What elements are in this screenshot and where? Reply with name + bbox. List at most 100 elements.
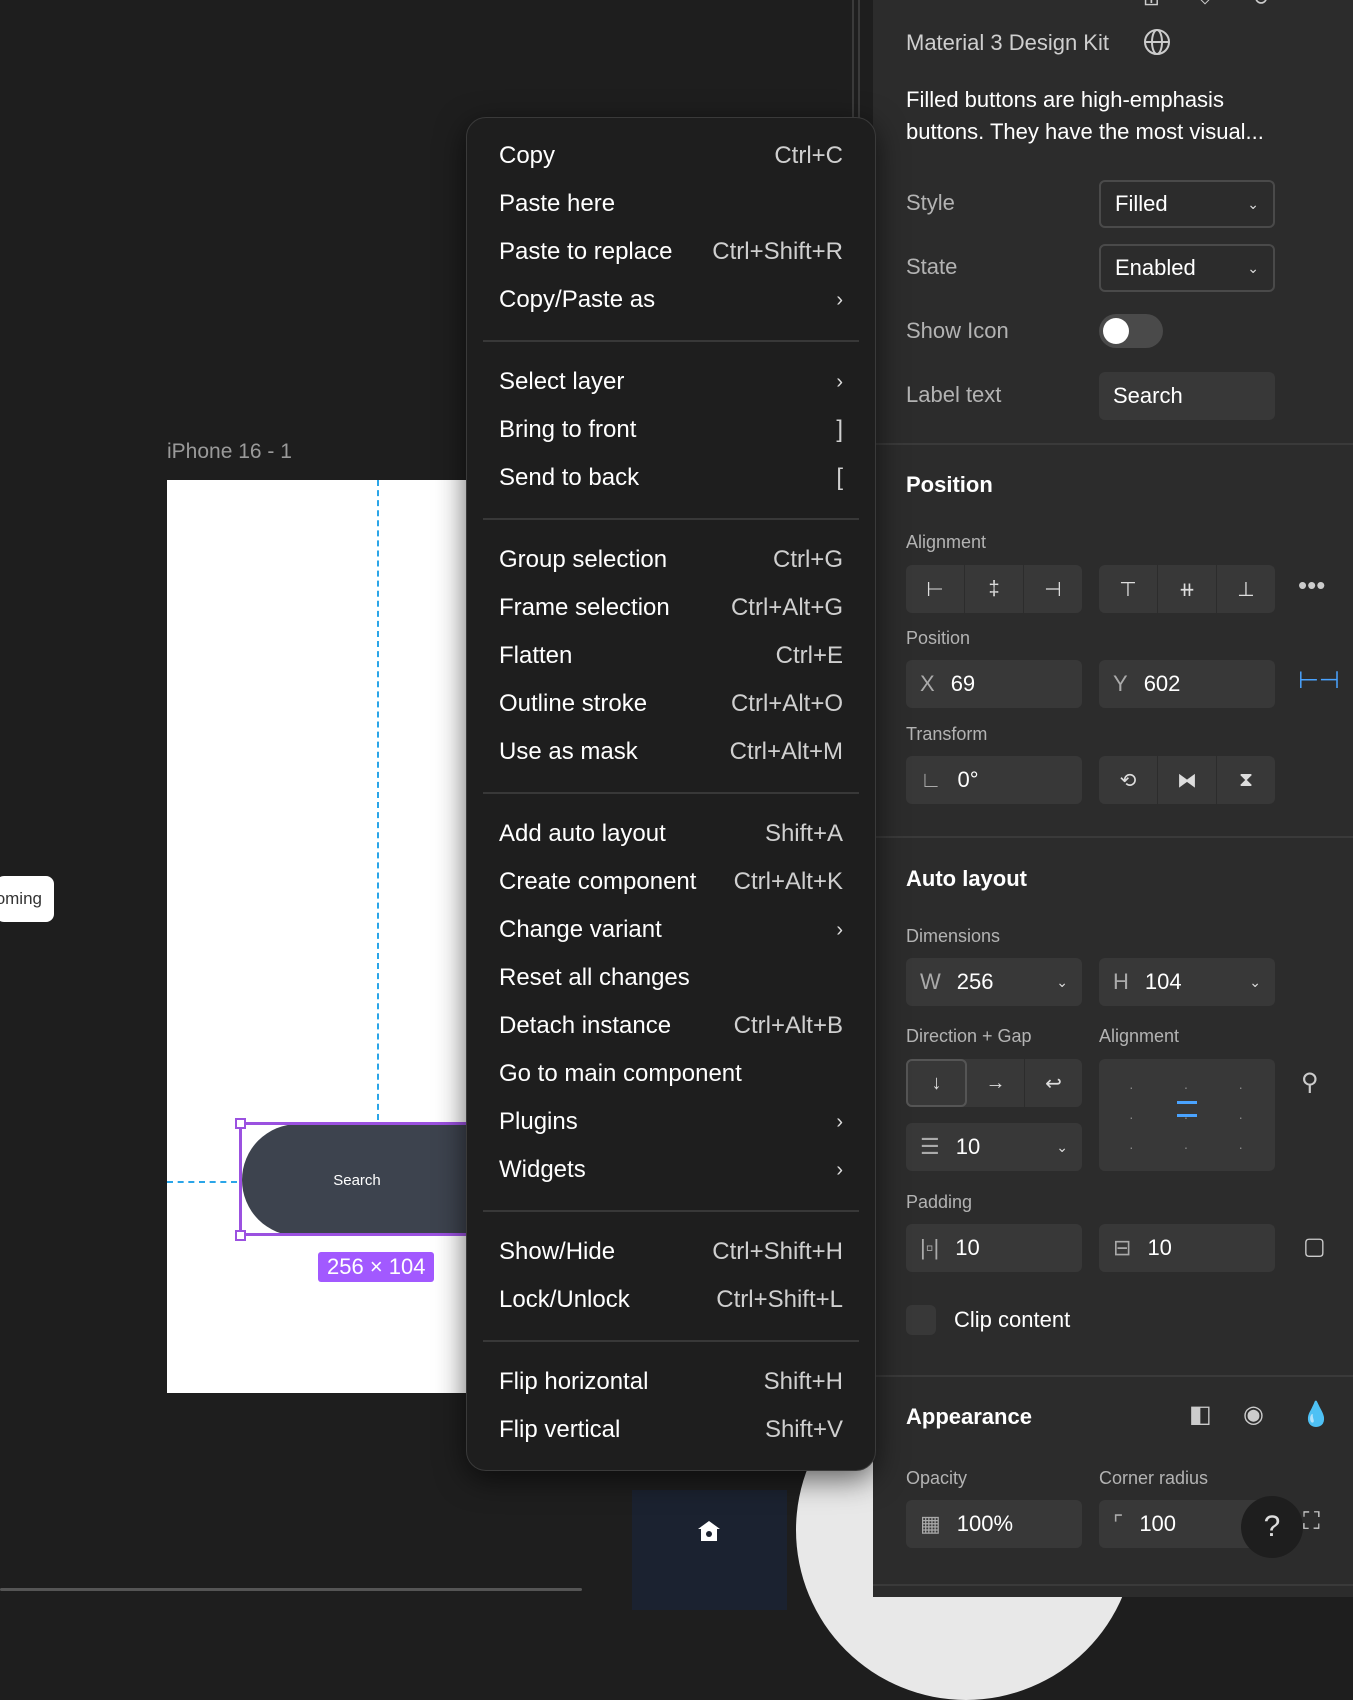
chevron-down-icon: ⌄ bbox=[1247, 195, 1259, 212]
align-left-icon[interactable]: ⊢ bbox=[906, 565, 965, 613]
style-dropdown[interactable]: Filled ⌄ bbox=[1099, 180, 1275, 228]
menu-item-go-to-main-component[interactable]: Go to main component bbox=[499, 1052, 843, 1096]
padding-vertical-input[interactable]: ⊟ 10 bbox=[1099, 1224, 1275, 1272]
component-icon[interactable]: ⊞ bbox=[1143, 0, 1160, 11]
menu-item-group-selection[interactable]: Group selection Ctrl+G bbox=[499, 538, 843, 582]
gap-input[interactable]: ☰ 10 ⌄ bbox=[906, 1123, 1082, 1171]
padding-vertical-icon: ⊟ bbox=[1113, 1235, 1132, 1260]
opacity-input[interactable]: ▦ 100% bbox=[906, 1500, 1082, 1548]
menu-item-flatten[interactable]: Flatten Ctrl+E bbox=[499, 634, 843, 678]
arrow-down-icon[interactable]: ↓ bbox=[906, 1059, 967, 1107]
menu-item-plugins[interactable]: Plugins › bbox=[499, 1100, 843, 1144]
frame-label[interactable]: iPhone 16 - 1 bbox=[167, 440, 292, 464]
align-middle-v-icon[interactable]: ⧺ bbox=[1158, 565, 1217, 613]
variable-mode-icon[interactable]: ◧ bbox=[1189, 1400, 1212, 1429]
menu-item-select-layer[interactable]: Select layer › bbox=[499, 360, 843, 404]
height-input[interactable]: H 104 ⌄ bbox=[1099, 958, 1275, 1006]
menu-item-change-variant[interactable]: Change variant › bbox=[499, 908, 843, 952]
menu-item-send-to-back[interactable]: Send to back [ bbox=[499, 456, 843, 500]
width-input[interactable]: W 256 ⌄ bbox=[906, 958, 1082, 1006]
resize-handle-bottom-left[interactable] bbox=[235, 1230, 246, 1241]
alignment-grid[interactable]: ··· ··· ··· bbox=[1099, 1059, 1275, 1171]
menu-item-shortcut: Ctrl+G bbox=[772, 546, 843, 573]
padding-horizontal-input[interactable]: |▫| 10 bbox=[906, 1224, 1082, 1272]
go-to-main-icon[interactable]: ⬦ bbox=[1198, 0, 1212, 9]
x-position-input[interactable]: X 69 bbox=[906, 660, 1082, 708]
menu-item-add-auto-layout[interactable]: Add auto layout Shift+A bbox=[499, 812, 843, 856]
rotation-input[interactable]: ∟ 0° bbox=[906, 756, 1082, 804]
menu-separator bbox=[483, 1340, 859, 1342]
selection-box[interactable] bbox=[239, 1122, 479, 1236]
scrollbar[interactable] bbox=[0, 1588, 582, 1591]
auto-layout-alignment-label: Alignment bbox=[1099, 1026, 1180, 1046]
align-bottom-icon[interactable]: ⊥ bbox=[1217, 565, 1275, 613]
align-right-icon[interactable]: ⊣ bbox=[1024, 565, 1082, 613]
layout-settings-icon[interactable]: ⚲ bbox=[1301, 1068, 1319, 1097]
menu-item-paste-here[interactable]: Paste here bbox=[499, 182, 843, 226]
menu-item-shortcut: Shift+V bbox=[764, 1416, 843, 1443]
menu-item-label: Copy/Paste as bbox=[499, 286, 656, 313]
menu-item-shortcut: Ctrl+E bbox=[775, 642, 843, 669]
align-top-icon[interactable]: ⊤ bbox=[1099, 565, 1158, 613]
wrap-icon[interactable]: ↩ bbox=[1025, 1059, 1082, 1107]
submenu-chevron-icon: › bbox=[836, 1158, 843, 1181]
menu-item-bring-to-front[interactable]: Bring to front] bbox=[499, 408, 843, 452]
rotate-icon[interactable]: ⟲ bbox=[1099, 756, 1158, 804]
menu-item-paste-to-replace[interactable]: Paste to replace Ctrl+Shift+R bbox=[499, 230, 843, 274]
menu-item-frame-selection[interactable]: Frame selection Ctrl+Alt+G bbox=[499, 586, 843, 630]
label-text-input[interactable]: Search bbox=[1099, 372, 1275, 420]
help-button[interactable]: ? bbox=[1241, 1496, 1303, 1558]
menu-item-flip-vertical[interactable]: Flip vertical Shift+V bbox=[499, 1408, 843, 1452]
w-value: 256 bbox=[956, 969, 994, 994]
gap-value: 10 bbox=[955, 1134, 981, 1159]
menu-separator bbox=[483, 518, 859, 520]
chevron-down-icon[interactable]: ⌄ bbox=[1056, 974, 1068, 991]
menu-item-label: Paste here bbox=[499, 190, 616, 217]
show-icon-toggle[interactable] bbox=[1099, 314, 1163, 348]
more-options-icon[interactable]: ••• bbox=[1298, 570, 1325, 601]
menu-item-label: Outline stroke bbox=[499, 690, 648, 717]
menu-item-copy[interactable]: Copy Ctrl+C bbox=[499, 134, 843, 178]
menu-item-label: Lock/Unlock bbox=[499, 1286, 630, 1313]
alignment-dots: ··· bbox=[1129, 1109, 1293, 1125]
chevron-down-icon[interactable]: ⌄ bbox=[1249, 974, 1261, 991]
clip-content-checkbox[interactable] bbox=[906, 1305, 936, 1335]
menu-item-use-as-mask[interactable]: Use as mask Ctrl+Alt+M bbox=[499, 730, 843, 774]
menu-item-shortcut: Ctrl+Alt+G bbox=[730, 594, 843, 621]
size-badge: 256 × 104 bbox=[318, 1252, 435, 1282]
menu-item-label: Show/Hide bbox=[499, 1238, 616, 1265]
menu-item-copy-paste-as[interactable]: Copy/Paste as › bbox=[499, 278, 843, 322]
menu-item-shortcut: [ bbox=[836, 464, 843, 491]
menu-item-lock-unlock[interactable]: Lock/Unlock Ctrl+Shift+L bbox=[499, 1278, 843, 1322]
show-icon-label: Show Icon bbox=[906, 318, 1009, 343]
padding-label: Padding bbox=[906, 1192, 973, 1212]
menu-item-shortcut: Ctrl+C bbox=[774, 142, 843, 169]
library-name[interactable]: Material 3 Design Kit bbox=[906, 30, 1109, 56]
menu-item-flip-horizontal[interactable]: Flip horizontal Shift+H bbox=[499, 1360, 843, 1404]
chevron-down-icon[interactable]: ⌄ bbox=[1056, 1139, 1068, 1156]
resize-handle-top-left[interactable] bbox=[235, 1118, 246, 1129]
menu-item-show-hide[interactable]: Show/Hide Ctrl+Shift+H bbox=[499, 1230, 843, 1274]
menu-item-label: Use as mask bbox=[499, 738, 638, 765]
blend-drop-icon[interactable]: 💧 bbox=[1301, 1400, 1331, 1429]
flip-vertical-icon[interactable]: ⧗ bbox=[1217, 756, 1275, 804]
opacity-label: Opacity bbox=[906, 1468, 968, 1488]
flip-horizontal-icon[interactable]: ⧓ bbox=[1158, 756, 1217, 804]
menu-item-shortcut: Ctrl+Alt+O bbox=[730, 690, 843, 717]
globe-icon[interactable] bbox=[1143, 28, 1171, 56]
independent-corners-icon[interactable]: ⛶ bbox=[1303, 1508, 1320, 1536]
constraints-icon[interactable]: ⊢⊣ bbox=[1298, 666, 1340, 695]
arrow-right-icon[interactable]: → bbox=[967, 1059, 1025, 1107]
menu-item-reset-all-changes[interactable]: Reset all changes bbox=[499, 956, 843, 1000]
individual-padding-icon[interactable]: ▢ bbox=[1303, 1232, 1326, 1261]
eye-icon[interactable]: ◉ bbox=[1243, 1400, 1264, 1429]
state-dropdown[interactable]: Enabled ⌄ bbox=[1099, 244, 1275, 292]
menu-item-widgets[interactable]: Widgets › bbox=[499, 1148, 843, 1192]
h-prefix: H bbox=[1113, 969, 1129, 994]
reset-icon[interactable]: ↺ bbox=[1253, 0, 1270, 11]
menu-item-outline-stroke[interactable]: Outline stroke Ctrl+Alt+O bbox=[499, 682, 843, 726]
align-center-h-icon[interactable]: ‡ bbox=[965, 565, 1024, 613]
menu-item-create-component[interactable]: Create component Ctrl+Alt+K bbox=[499, 860, 843, 904]
menu-item-detach-instance[interactable]: Detach instance Ctrl+Alt+B bbox=[499, 1004, 843, 1048]
y-position-input[interactable]: Y 602 bbox=[1099, 660, 1275, 708]
